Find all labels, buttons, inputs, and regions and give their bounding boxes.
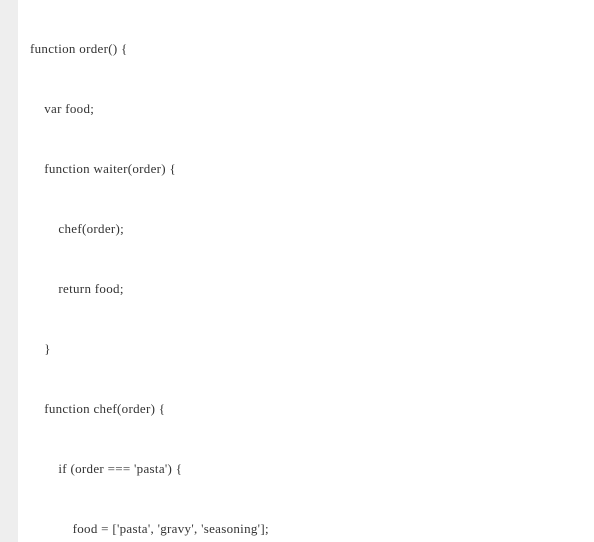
code-line: function chef(order) { (30, 394, 594, 424)
code-line: function order() { (30, 34, 594, 64)
code-line: chef(order); (30, 214, 594, 244)
code-line: return food; (30, 274, 594, 304)
code-line: food = ['pasta', 'gravy', 'seasoning']; (30, 514, 594, 542)
code-line: if (order === 'pasta') { (30, 454, 594, 484)
code-line: var food; (30, 94, 594, 124)
code-line: } (30, 334, 594, 364)
code-line: function waiter(order) { (30, 154, 594, 184)
line-number-gutter (0, 0, 18, 542)
code-block: function order() { var food; function wa… (18, 0, 594, 542)
